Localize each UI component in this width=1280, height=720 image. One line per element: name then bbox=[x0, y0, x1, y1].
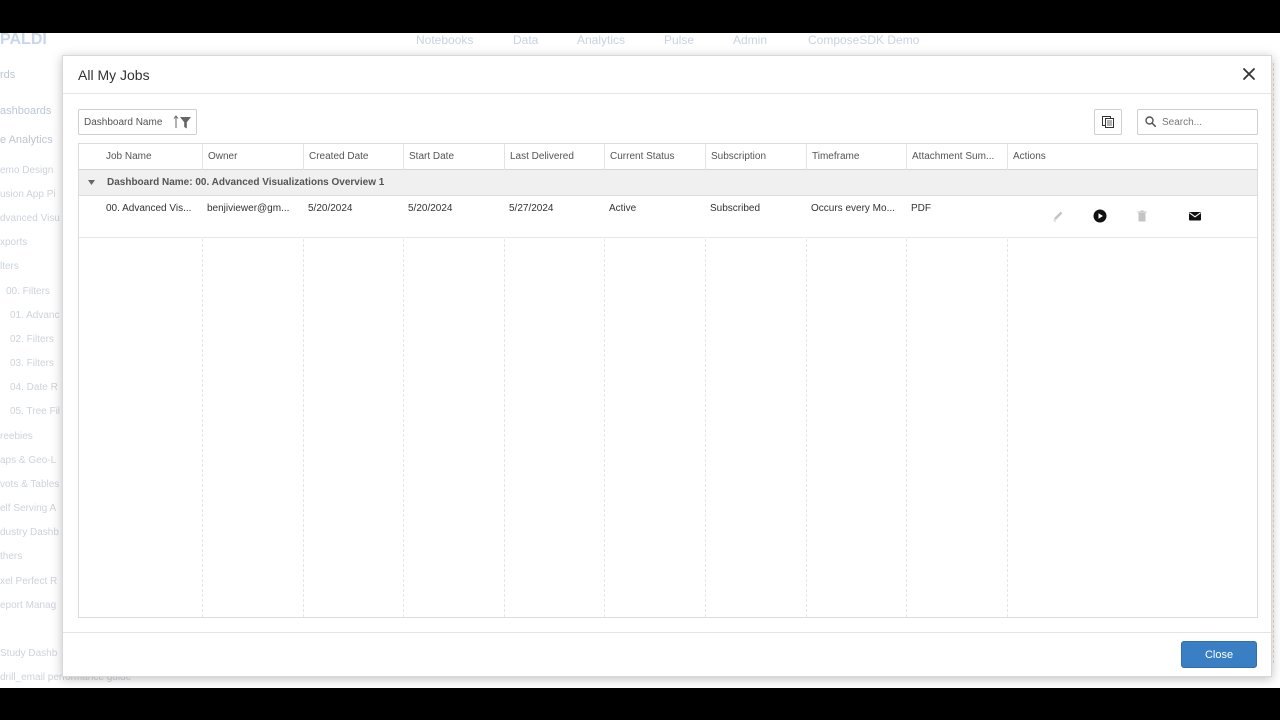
sidebar-item[interactable]: 03. Filters bbox=[10, 358, 54, 369]
nav-pulse[interactable]: Pulse bbox=[664, 33, 694, 47]
export-button[interactable] bbox=[1094, 109, 1122, 135]
nav-notebooks[interactable]: Notebooks bbox=[416, 33, 473, 47]
sidebar-item[interactable]: 05. Tree Fil bbox=[10, 406, 60, 417]
column-header-timeframe[interactable]: Timeframe bbox=[806, 144, 907, 169]
close-icon[interactable] bbox=[1241, 66, 1257, 82]
column-header-current-status[interactable]: Current Status bbox=[604, 144, 705, 169]
sidebar-item[interactable]: vots & Tables bbox=[0, 479, 59, 490]
jobs-grid: Job Name Owner Created Date Start Date L… bbox=[78, 143, 1258, 618]
group-by-label: Dashboard Name bbox=[84, 117, 163, 128]
dialog-header: All My Jobs bbox=[63, 56, 1271, 94]
sidebar-item[interactable]: aps & Geo-L bbox=[0, 455, 56, 466]
nav-analytics[interactable]: Analytics bbox=[577, 33, 625, 47]
close-button[interactable]: Close bbox=[1181, 641, 1257, 668]
cell-created-date: 5/20/2024 bbox=[308, 203, 353, 214]
search-icon bbox=[1145, 116, 1156, 127]
sidebar-item[interactable]: xports bbox=[0, 237, 27, 248]
trash-icon[interactable] bbox=[1135, 209, 1149, 223]
mail-icon[interactable] bbox=[1188, 209, 1202, 223]
nav-admin[interactable]: Admin bbox=[733, 33, 767, 47]
caret-down-icon[interactable] bbox=[88, 180, 95, 185]
table-row[interactable]: 00. Advanced Vis... benjiviewer@gm... 5/… bbox=[79, 196, 1257, 238]
cell-owner: benjiviewer@gm... bbox=[207, 203, 290, 214]
group-row[interactable]: Dashboard Name: 00. Advanced Visualizati… bbox=[79, 170, 1257, 196]
top-nav: Notebooks Data Analytics Pulse Admin Com… bbox=[0, 33, 1280, 55]
background-edge bbox=[1273, 63, 1280, 663]
grid-toolbar: Dashboard Name bbox=[78, 109, 1258, 135]
pencil-icon[interactable] bbox=[1051, 209, 1065, 223]
filter-icon[interactable] bbox=[180, 116, 191, 129]
all-my-jobs-dialog: All My Jobs Dashboard Name Search... Job… bbox=[62, 55, 1272, 677]
column-header-attachment-summary[interactable]: Attachment Sum... bbox=[906, 144, 1007, 169]
sidebar-item[interactable]: 01. Advanc bbox=[10, 310, 59, 321]
sidebar-item[interactable]: dustry Dashb bbox=[0, 527, 59, 538]
cell-timeframe: Occurs every Mo... bbox=[811, 203, 895, 214]
sidebar-item[interactable]: thers bbox=[0, 551, 22, 562]
sidebar-item[interactable]: reebies bbox=[0, 431, 33, 442]
search-box[interactable] bbox=[1137, 109, 1258, 135]
dialog-footer: Close bbox=[63, 632, 1271, 676]
column-header-created-date[interactable]: Created Date bbox=[303, 144, 404, 169]
search-input[interactable] bbox=[1162, 114, 1252, 130]
cell-job-name: 00. Advanced Vis... bbox=[106, 203, 192, 214]
group-row-label: Dashboard Name: 00. Advanced Visualizati… bbox=[107, 177, 385, 188]
sidebar-item[interactable]: 02. Filters bbox=[10, 334, 54, 345]
column-header-job-name[interactable]: Job Name bbox=[101, 144, 203, 169]
app-screen: PALDI Notebooks Data Analytics Pulse Adm… bbox=[0, 33, 1280, 688]
sidebar-item[interactable]: eport Manag bbox=[0, 600, 56, 611]
sidebar-item[interactable]: usion App Pi bbox=[0, 189, 56, 200]
play-icon[interactable] bbox=[1093, 209, 1107, 223]
sidebar-item[interactable]: 00. Filters bbox=[6, 286, 50, 297]
sidebar-item[interactable]: xel Perfect R bbox=[0, 576, 57, 587]
sidebar-item[interactable]: rds bbox=[0, 69, 15, 81]
sidebar-item[interactable]: 04. Date R bbox=[10, 382, 58, 393]
sidebar-item[interactable]: emo Design bbox=[0, 165, 53, 176]
cell-attachment: PDF bbox=[911, 203, 931, 214]
dialog-title: All My Jobs bbox=[78, 67, 150, 83]
sidebar-item[interactable]: e Analytics bbox=[0, 134, 53, 146]
column-header-actions: Actions bbox=[1007, 144, 1257, 169]
column-header-owner[interactable]: Owner bbox=[202, 144, 303, 169]
sidebar-item[interactable]: lters bbox=[0, 261, 19, 272]
group-by-chip[interactable]: Dashboard Name bbox=[78, 109, 197, 135]
nav-data[interactable]: Data bbox=[513, 33, 538, 47]
grid-header: Job Name Owner Created Date Start Date L… bbox=[79, 144, 1257, 170]
column-header-start-date[interactable]: Start Date bbox=[403, 144, 504, 169]
cell-current-status: Active bbox=[609, 203, 637, 214]
column-header-last-delivered[interactable]: Last Delivered bbox=[504, 144, 605, 169]
export-icon bbox=[1102, 116, 1114, 128]
cell-subscription: Subscribed bbox=[710, 203, 761, 214]
nav-composesdk-demo[interactable]: ComposeSDK Demo bbox=[808, 33, 919, 47]
sidebar-item[interactable]: Study Dashb bbox=[0, 648, 57, 659]
sidebar-item[interactable]: ashboards bbox=[0, 105, 51, 117]
cell-last-delivered: 5/27/2024 bbox=[509, 203, 554, 214]
sidebar-item[interactable]: dvanced Visu bbox=[0, 213, 60, 224]
sidebar-item[interactable]: elf Serving A bbox=[0, 503, 56, 514]
cell-start-date: 5/20/2024 bbox=[408, 203, 453, 214]
sort-ascending-icon[interactable] bbox=[173, 115, 179, 129]
column-header-subscription[interactable]: Subscription bbox=[705, 144, 806, 169]
